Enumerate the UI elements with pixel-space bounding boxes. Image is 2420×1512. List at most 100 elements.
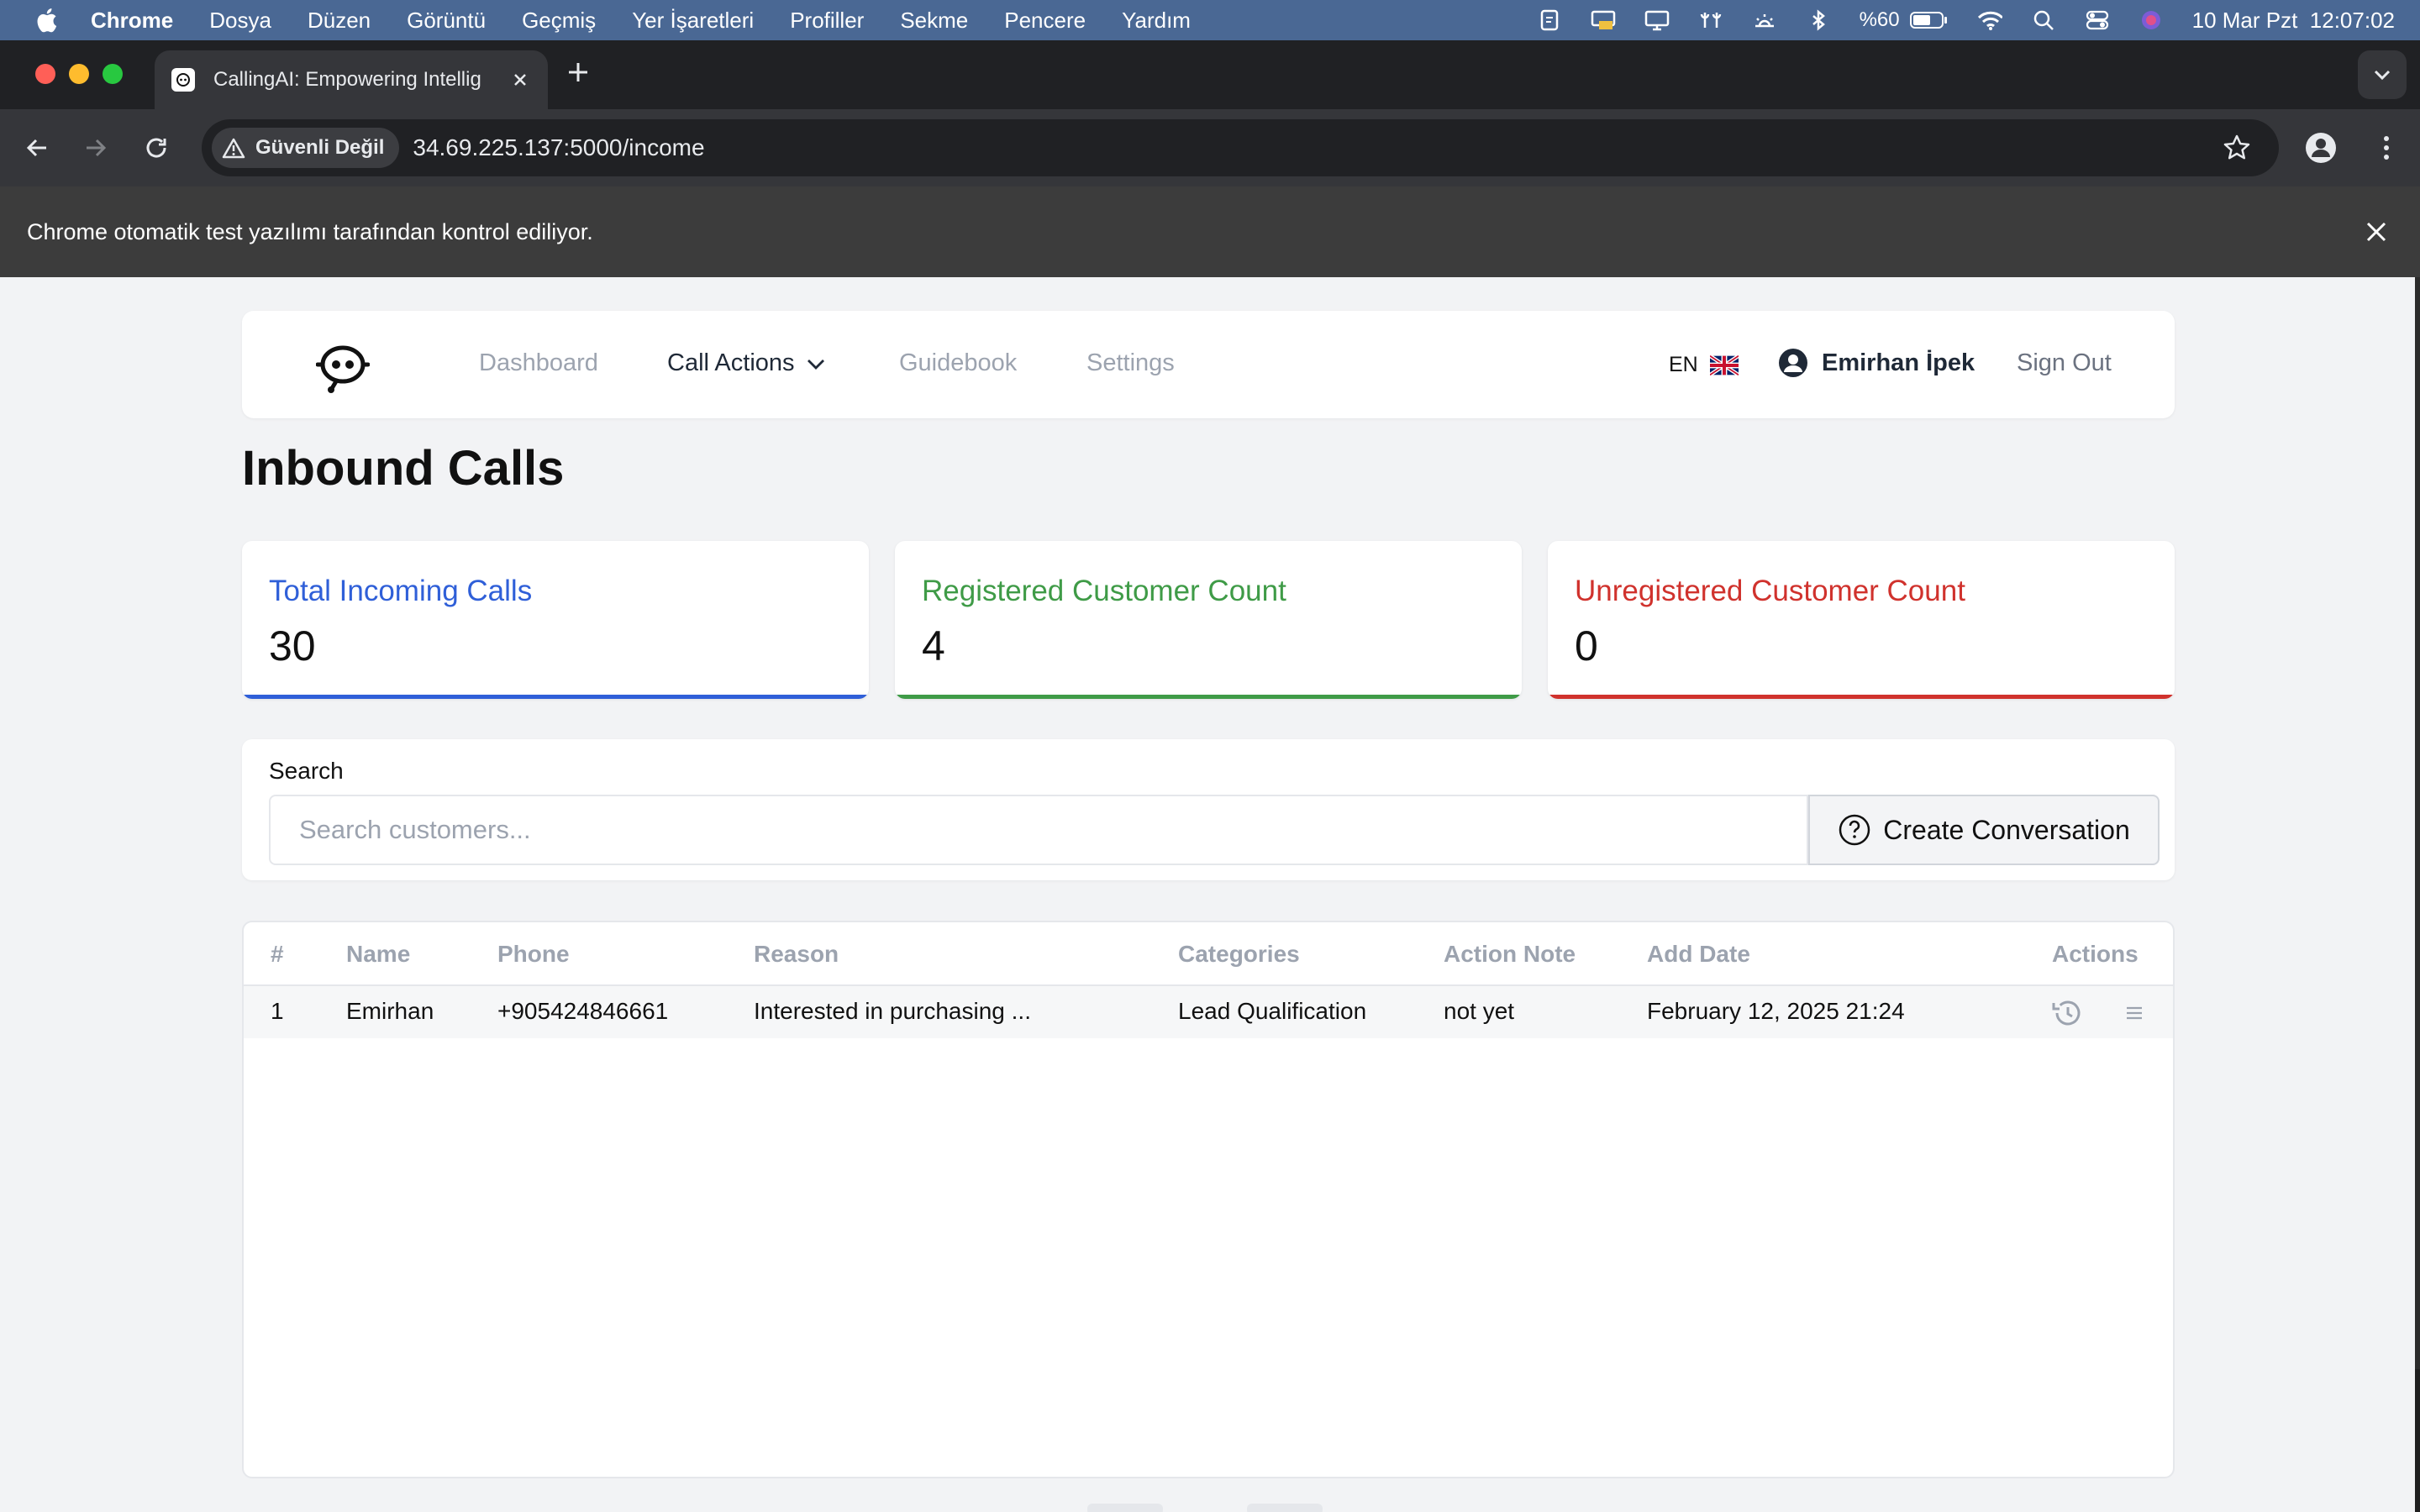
- pagination-button[interactable]: [1247, 1504, 1323, 1512]
- column-header-name[interactable]: Name: [346, 941, 410, 968]
- stat-card-registered-customers: Registered Customer Count 4: [895, 541, 1522, 699]
- browser-menu-icon[interactable]: [2370, 131, 2403, 165]
- nav-call-actions-label: Call Actions: [667, 349, 795, 376]
- help-circle-icon: [1839, 814, 1870, 846]
- stat-card-unregistered-customers: Unregistered Customer Count 0: [1548, 541, 2175, 699]
- back-arrow-icon[interactable]: [22, 133, 52, 163]
- menubar-datetime[interactable]: 10 Mar Pzt 12:07:02: [2192, 8, 2395, 34]
- sign-out-link[interactable]: Sign Out: [2017, 349, 2112, 377]
- airpods-icon[interactable]: [1698, 9, 1723, 31]
- spotlight-search-icon[interactable]: [2031, 9, 2056, 31]
- page-scrollbar[interactable]: [2415, 277, 2420, 1512]
- bluetooth-icon[interactable]: [1806, 9, 1831, 31]
- menu-dosya[interactable]: Dosya: [209, 8, 271, 34]
- menu-yardim[interactable]: Yardım: [1122, 8, 1191, 34]
- browser-tab-strip: CallingAI: Empowering Intellig: [0, 40, 2420, 109]
- cell-add-date: February 12, 2025 21:24: [1647, 998, 1905, 1024]
- apple-logo-icon[interactable]: [35, 8, 57, 33]
- chevron-down-icon: [807, 359, 824, 370]
- list-icon[interactable]: [2118, 996, 2151, 1030]
- brightness-icon[interactable]: [1752, 9, 1777, 31]
- stat-card-total-incoming-calls: Total Incoming Calls 30: [242, 541, 869, 699]
- menu-yer-isaretleri[interactable]: Yer İşaretleri: [632, 8, 754, 34]
- menu-duzen[interactable]: Düzen: [308, 8, 371, 34]
- table-row[interactable]: 1 Emirhan +905424846661 Interested in pu…: [244, 986, 2173, 1038]
- calls-table: # Name Phone Reason Categories Action No…: [242, 921, 2175, 1478]
- display-icon[interactable]: [1644, 9, 1670, 31]
- battery-icon[interactable]: [1909, 9, 1949, 31]
- nav-settings[interactable]: Settings: [1086, 349, 1175, 377]
- history-icon[interactable]: [2050, 996, 2084, 1030]
- user-menu[interactable]: Emirhan İpek: [1778, 348, 1975, 378]
- infobar-close-icon[interactable]: [2363, 218, 2390, 245]
- menubar-app-name[interactable]: Chrome: [91, 8, 173, 34]
- tab-favicon-icon: [171, 68, 195, 92]
- table-header: # Name Phone Reason Categories Action No…: [244, 922, 2173, 986]
- battery-percent: %60: [1859, 8, 1900, 31]
- tab-search-dropdown-icon[interactable]: [2358, 50, 2407, 99]
- app-logo-icon[interactable]: [315, 339, 371, 393]
- new-tab-icon[interactable]: [565, 59, 592, 86]
- nav-guidebook[interactable]: Guidebook: [899, 349, 1017, 377]
- siri-icon[interactable]: [2139, 9, 2164, 31]
- tab-title: CallingAI: Empowering Intellig: [213, 68, 481, 91]
- column-header-actions: Actions: [2052, 941, 2139, 967]
- nav-call-actions[interactable]: Call Actions: [667, 349, 827, 377]
- menu-gecmis[interactable]: Geçmiş: [522, 8, 596, 34]
- url-text[interactable]: 34.69.225.137:5000/income: [413, 134, 704, 161]
- cell-phone: +905424846661: [497, 998, 669, 1024]
- stat-label: Unregistered Customer Count: [1575, 575, 1965, 607]
- search-input[interactable]: [269, 795, 1808, 865]
- stat-value: 0: [1575, 622, 1598, 669]
- control-center-icon[interactable]: [2085, 9, 2110, 31]
- automation-infobar: Chrome otomatik test yazılımı tarafından…: [0, 186, 2420, 277]
- document-icon[interactable]: [1537, 9, 1562, 31]
- cell-reason: Interested in purchasing ...: [754, 998, 1031, 1024]
- column-header-categories[interactable]: Categories: [1178, 941, 1300, 968]
- stat-accent-bar: [242, 695, 869, 699]
- user-name: Emirhan İpek: [1822, 349, 1975, 376]
- menu-profiller[interactable]: Profiller: [790, 8, 864, 34]
- column-header-add-date[interactable]: Add Date: [1647, 941, 1750, 968]
- pagination-button[interactable]: [1087, 1504, 1163, 1512]
- infobar-text: Chrome otomatik test yazılımı tarafından…: [27, 218, 593, 244]
- language-code: EN: [1669, 353, 1698, 376]
- column-header-index[interactable]: #: [271, 941, 284, 968]
- column-header-action-note[interactable]: Action Note: [1444, 941, 1576, 968]
- cell-action-note: not yet: [1444, 998, 1515, 1024]
- menu-sekme[interactable]: Sekme: [900, 8, 968, 34]
- wifi-icon[interactable]: [1977, 9, 2002, 31]
- search-label: Search: [269, 758, 344, 784]
- search-card: Search Create Conversation: [242, 739, 2175, 880]
- language-switcher[interactable]: EN: [1669, 353, 1739, 377]
- window-minimize-button[interactable]: [69, 64, 89, 84]
- bookmark-star-icon[interactable]: [2222, 133, 2252, 163]
- stat-value: 30: [269, 622, 316, 669]
- menu-goruntu[interactable]: Görüntü: [407, 8, 486, 34]
- screen-share-icon[interactable]: [1591, 9, 1616, 31]
- browser-tab-active[interactable]: CallingAI: Empowering Intellig: [155, 50, 548, 109]
- create-conversation-label: Create Conversation: [1883, 814, 2130, 845]
- column-header-reason[interactable]: Reason: [754, 941, 839, 968]
- stat-label: Registered Customer Count: [922, 575, 1286, 607]
- window-zoom-button[interactable]: [103, 64, 123, 84]
- reload-icon[interactable]: [141, 133, 171, 163]
- stat-value: 4: [922, 622, 945, 669]
- menu-pencere[interactable]: Pencere: [1004, 8, 1086, 34]
- window-close-button[interactable]: [35, 64, 55, 84]
- browser-toolbar: Güvenli Değil 34.69.225.137:5000/income: [0, 109, 2420, 186]
- security-chip-label: Güvenli Değil: [255, 136, 385, 159]
- cell-name: Emirhan: [346, 998, 434, 1024]
- column-header-phone[interactable]: Phone: [497, 941, 570, 968]
- profile-avatar-icon[interactable]: [2304, 131, 2338, 165]
- uk-flag-icon: [1709, 354, 1739, 375]
- app-navbar: Dashboard Call Actions Guidebook Setting…: [242, 311, 2175, 418]
- stat-label: Total Incoming Calls: [269, 575, 533, 607]
- tab-close-icon[interactable]: [509, 69, 531, 91]
- forward-arrow-icon[interactable]: [81, 133, 111, 163]
- create-conversation-button[interactable]: Create Conversation: [1808, 795, 2160, 865]
- scrollbar-thumb[interactable]: [2415, 277, 2420, 1369]
- address-bar[interactable]: Güvenli Değil 34.69.225.137:5000/income: [202, 119, 2279, 176]
- security-chip[interactable]: Güvenli Değil: [212, 128, 400, 168]
- nav-dashboard[interactable]: Dashboard: [479, 349, 598, 377]
